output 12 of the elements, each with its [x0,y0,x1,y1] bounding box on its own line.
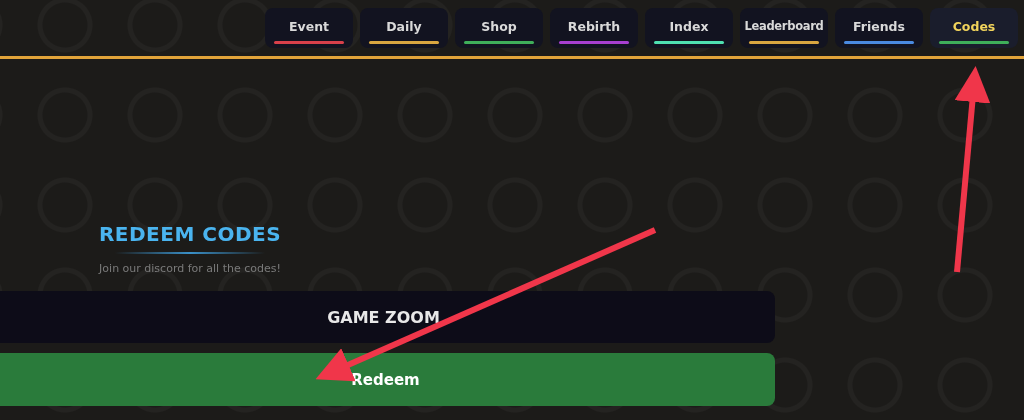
tab[interactable]: Codes [930,8,1018,48]
tab[interactable]: Daily [360,8,448,48]
tab[interactable]: Index [645,8,733,48]
tab[interactable]: Friends [835,8,923,48]
code-input-field[interactable]: GAME ZOOM [0,291,775,343]
tab[interactable]: Event [265,8,353,48]
tab[interactable]: Shop [455,8,543,48]
panel-title: REDEEM CODES [98,222,282,246]
tab[interactable]: Leaderboard [740,8,828,48]
redeem-button[interactable]: Redeem [0,353,775,406]
tab[interactable]: Rebirth [550,8,638,48]
panel-subtitle: Join our discord for all the codes! [99,262,281,275]
